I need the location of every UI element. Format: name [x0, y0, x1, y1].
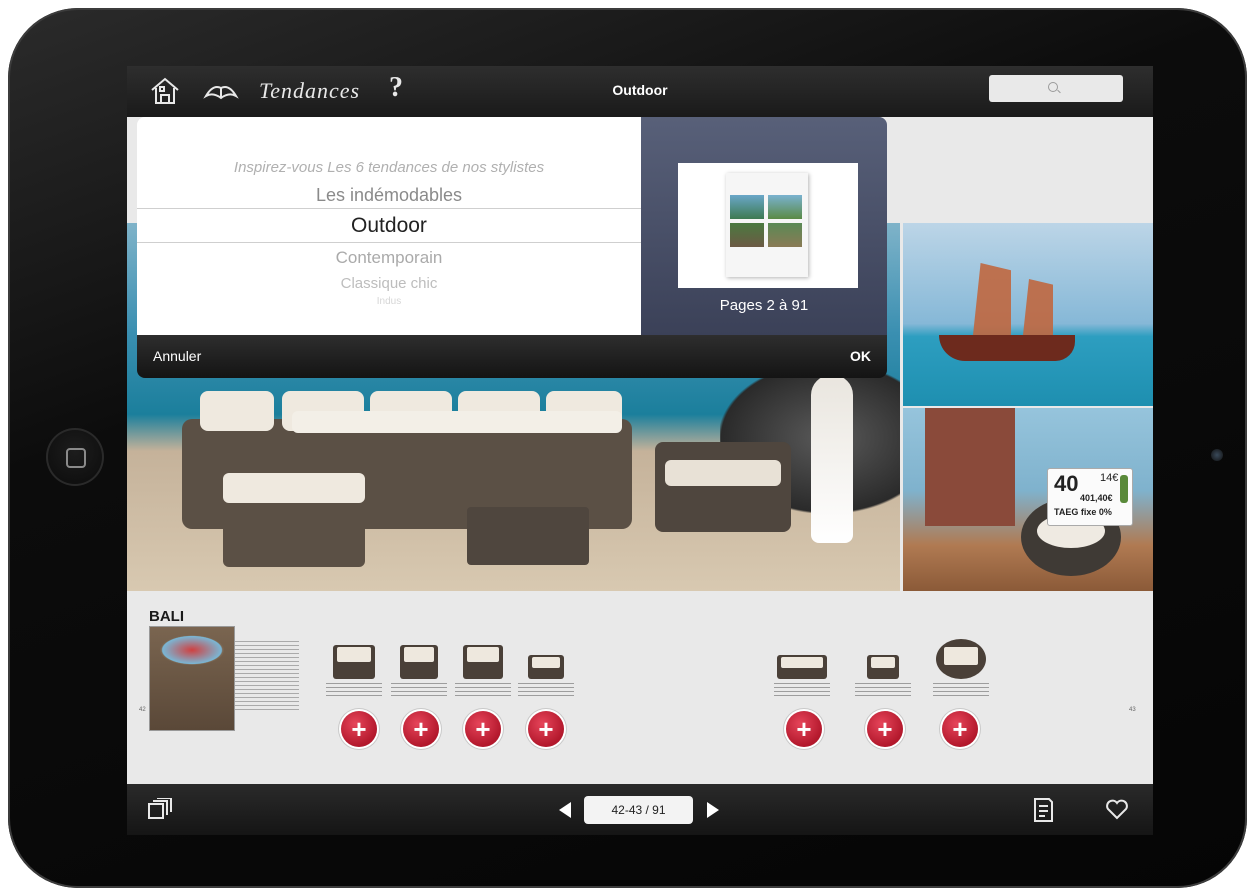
price-total: 401,40€: [1080, 493, 1113, 503]
home-button[interactable]: [46, 428, 104, 486]
page-number-right: 43: [1129, 707, 1136, 713]
catalog-cover-thumbnail: [726, 173, 808, 277]
price-main: 40: [1054, 471, 1079, 496]
add-to-cart-button[interactable]: +: [341, 711, 377, 747]
picker-item[interactable]: Inspirez-vous Les 6 tendances de nos sty…: [137, 159, 641, 176]
armchair-image: [655, 442, 791, 532]
ok-button[interactable]: OK: [850, 348, 871, 364]
boat-hull: [939, 335, 1075, 361]
picker-item[interactable]: Contemporain: [137, 248, 641, 268]
price-cents: 14€: [1100, 472, 1119, 484]
chaise-image: [223, 473, 365, 567]
bottom-toolbar: 42-43 / 91: [127, 784, 1153, 835]
junk-boat-photo: [903, 223, 1153, 406]
shopping-list-icon[interactable]: [1031, 796, 1055, 829]
pages-range-label: Pages 2 à 91: [719, 297, 809, 314]
page-number-left: 42: [139, 707, 146, 713]
top-toolbar: Tendances ? Outdoor: [127, 66, 1153, 117]
collection-title: BALI: [149, 608, 184, 625]
add-to-cart-button[interactable]: +: [786, 711, 822, 747]
product-round-lounger: [926, 639, 996, 697]
product-pouf: [511, 645, 581, 697]
picker-item[interactable]: Les indémodables: [137, 185, 641, 206]
preview-panel: Pages 2 à 91: [641, 117, 887, 335]
coffee-table-image: [467, 507, 589, 565]
picker-item[interactable]: Indus: [137, 296, 641, 307]
previous-page-icon[interactable]: [559, 802, 571, 818]
popover-action-bar: Annuler OK: [137, 335, 887, 378]
picker-item[interactable]: Classique chic: [137, 275, 641, 292]
search-input[interactable]: [989, 75, 1123, 102]
favorites-icon[interactable]: [1105, 798, 1129, 825]
picker-item-selected[interactable]: Outdoor: [137, 214, 641, 238]
collection-description: [235, 641, 299, 713]
notepad-icon: [1034, 798, 1053, 822]
collection-thumbnail: [149, 626, 235, 731]
stacked-cards-icon: [148, 797, 172, 819]
catalogs-icon[interactable]: [145, 797, 175, 827]
page-indicator[interactable]: 42-43 / 91: [584, 796, 693, 824]
product-chauffeuse: [384, 645, 454, 697]
cancel-button[interactable]: Annuler: [153, 348, 201, 364]
home-button-icon: [66, 448, 86, 468]
next-page-icon[interactable]: [707, 802, 719, 818]
plant-icon: [1120, 475, 1128, 503]
add-to-cart-button[interactable]: +: [942, 711, 978, 747]
preview-card[interactable]: [678, 163, 858, 288]
add-to-cart-button[interactable]: +: [403, 711, 439, 747]
price-taeg: TAEG fixe 0%: [1054, 507, 1112, 517]
product-side-table: [848, 645, 918, 697]
search-icon: [1048, 82, 1058, 92]
add-to-cart-button[interactable]: +: [465, 711, 501, 747]
tendances-picker[interactable]: Inspirez-vous Les 6 tendances de nos sty…: [137, 117, 641, 335]
heart-icon: [1106, 799, 1128, 820]
product-armchair: [319, 645, 389, 697]
product-coffee-table: [767, 645, 837, 697]
product-corner: [448, 645, 518, 697]
front-camera: [1211, 449, 1223, 461]
tendances-popover: Inspirez-vous Les 6 tendances de nos sty…: [137, 117, 887, 378]
add-to-cart-button[interactable]: +: [867, 711, 903, 747]
app-screen: Tendances ? Outdoor 40 14€ 401,40€ TAEG …: [127, 66, 1153, 835]
price-badge: 40 14€ 401,40€ TAEG fixe 0%: [1047, 468, 1133, 526]
add-to-cart-button[interactable]: +: [528, 711, 564, 747]
model-figure: [811, 375, 853, 543]
